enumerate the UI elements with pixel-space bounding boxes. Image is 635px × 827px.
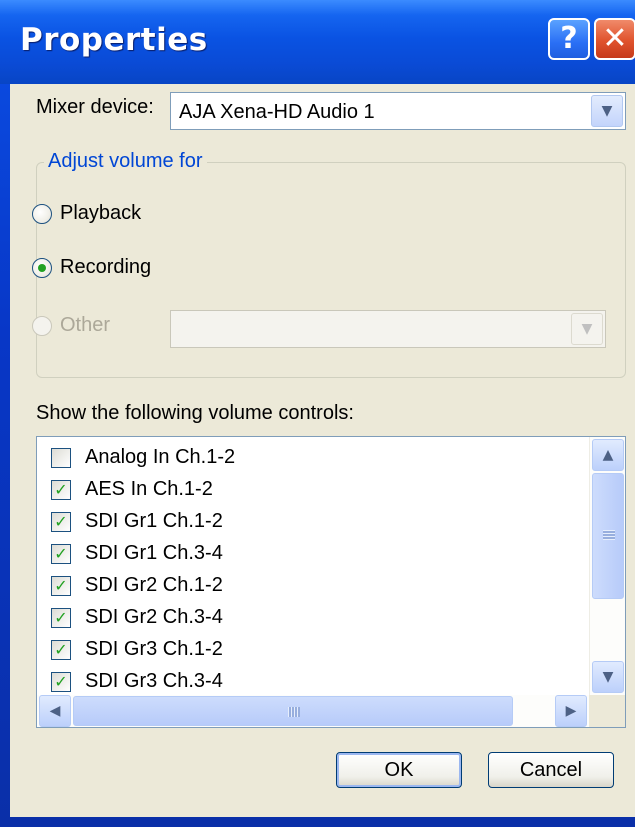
help-button[interactable]: ? bbox=[548, 18, 590, 60]
vertical-scroll-thumb[interactable] bbox=[592, 473, 624, 599]
grip-icon bbox=[603, 530, 615, 540]
mixer-device-value: AJA Xena-HD Audio 1 bbox=[179, 101, 375, 123]
checkbox[interactable]: ✓ bbox=[51, 512, 71, 532]
list-item-label: SDI Gr2 Ch.1-2 bbox=[85, 574, 223, 596]
chevron-down-icon[interactable]: ▼ bbox=[592, 661, 624, 693]
window-title: Properties bbox=[20, 22, 208, 58]
checkbox[interactable]: ✓ bbox=[51, 672, 71, 692]
grip-icon bbox=[288, 707, 300, 717]
volume-controls-label: Show the following volume controls: bbox=[36, 402, 354, 424]
volume-controls-list[interactable]: Analog In Ch.1-2 ✓ AES In Ch.1-2 ✓ SDI G… bbox=[36, 436, 626, 728]
horizontal-scroll-thumb[interactable] bbox=[73, 696, 513, 726]
other-radio[interactable] bbox=[32, 316, 52, 336]
list-item-label: AES In Ch.1-2 bbox=[85, 478, 213, 500]
checkbox[interactable] bbox=[51, 448, 71, 468]
list-item-label: Analog In Ch.1-2 bbox=[85, 446, 236, 468]
dialog-body: Mixer device: AJA Xena-HD Audio 1 ▼ Adju… bbox=[10, 84, 635, 817]
adjust-volume-title: Adjust volume for bbox=[44, 150, 207, 173]
other-label: Other bbox=[60, 314, 111, 336]
chevron-up-icon[interactable]: ▲ bbox=[592, 439, 624, 471]
checkbox[interactable]: ✓ bbox=[51, 608, 71, 628]
checkbox[interactable]: ✓ bbox=[51, 576, 71, 596]
chevron-right-icon[interactable]: ▶ bbox=[555, 695, 587, 727]
chevron-down-icon[interactable]: ▼ bbox=[571, 313, 603, 345]
checkbox[interactable]: ✓ bbox=[51, 480, 71, 500]
list-item-label: SDI Gr1 Ch.3-4 bbox=[85, 542, 223, 564]
recording-radio[interactable] bbox=[32, 258, 52, 278]
chevron-left-icon[interactable]: ◀ bbox=[39, 695, 71, 727]
title-bar[interactable]: Properties ? ✕ bbox=[0, 0, 635, 84]
horizontal-scrollbar[interactable]: ◀ ▶ bbox=[37, 695, 589, 727]
vertical-scrollbar[interactable]: ▲ ▼ bbox=[589, 437, 625, 695]
scrollbar-corner bbox=[589, 695, 625, 727]
other-select[interactable]: ▼ bbox=[170, 310, 606, 348]
list-item-label: SDI Gr2 Ch.3-4 bbox=[85, 606, 223, 628]
list-item-label: SDI Gr3 Ch.3-4 bbox=[85, 670, 223, 692]
cancel-button[interactable]: Cancel bbox=[488, 752, 614, 788]
properties-window: Properties ? ✕ Mixer device: AJA Xena-HD… bbox=[0, 0, 635, 827]
playback-label[interactable]: Playback bbox=[60, 202, 141, 225]
list-item-label: SDI Gr3 Ch.1-2 bbox=[85, 638, 223, 660]
checkbox[interactable]: ✓ bbox=[51, 640, 71, 660]
mixer-device-select[interactable]: AJA Xena-HD Audio 1 ▼ bbox=[170, 92, 626, 130]
recording-label[interactable]: Recording bbox=[60, 256, 151, 279]
playback-radio[interactable] bbox=[32, 204, 52, 224]
checkbox[interactable]: ✓ bbox=[51, 544, 71, 564]
chevron-down-icon[interactable]: ▼ bbox=[591, 95, 623, 127]
ok-button[interactable]: OK bbox=[336, 752, 462, 788]
close-button[interactable]: ✕ bbox=[594, 18, 635, 60]
mixer-device-label: Mixer device: bbox=[36, 96, 154, 118]
list-item-label: SDI Gr1 Ch.1-2 bbox=[85, 510, 223, 532]
